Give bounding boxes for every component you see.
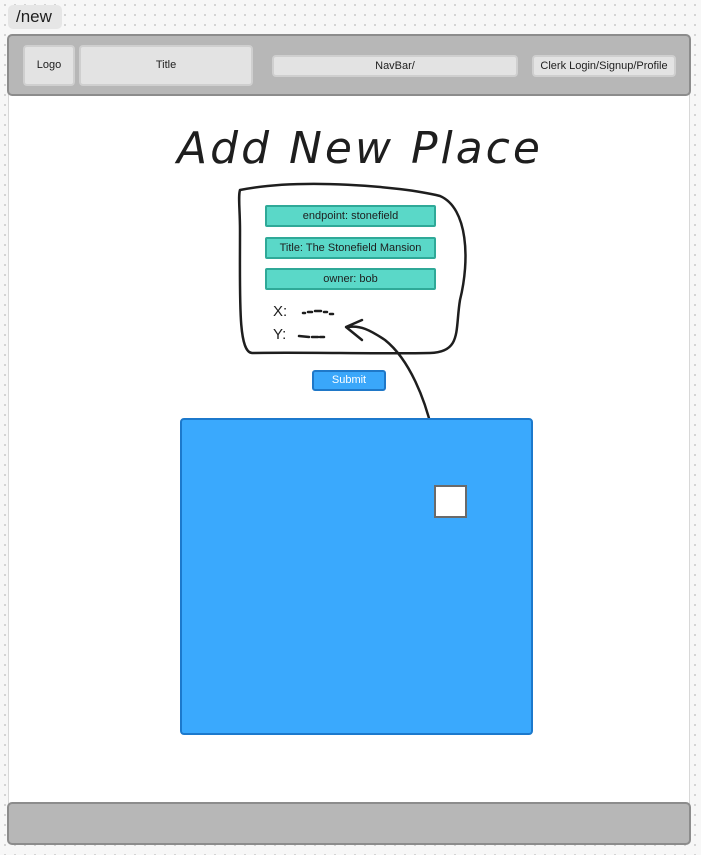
map-canvas[interactable] xyxy=(180,418,533,735)
y-coordinate-label: Y: xyxy=(273,326,287,343)
y-value-scribble xyxy=(297,334,326,339)
place-marker[interactable] xyxy=(434,485,467,518)
x-value-scribble xyxy=(301,309,335,316)
endpoint-field[interactable]: endpoint: stonefield xyxy=(265,205,436,227)
arrow-head-icon xyxy=(344,318,364,342)
title-field[interactable]: Title: The Stonefield Mansion xyxy=(265,237,436,259)
page-title: Add New Place xyxy=(174,123,543,174)
x-coordinate-label: X: xyxy=(273,303,288,320)
submit-button[interactable]: Submit xyxy=(312,370,386,391)
owner-field[interactable]: owner: bob xyxy=(265,268,436,290)
footer-bar xyxy=(7,802,691,845)
